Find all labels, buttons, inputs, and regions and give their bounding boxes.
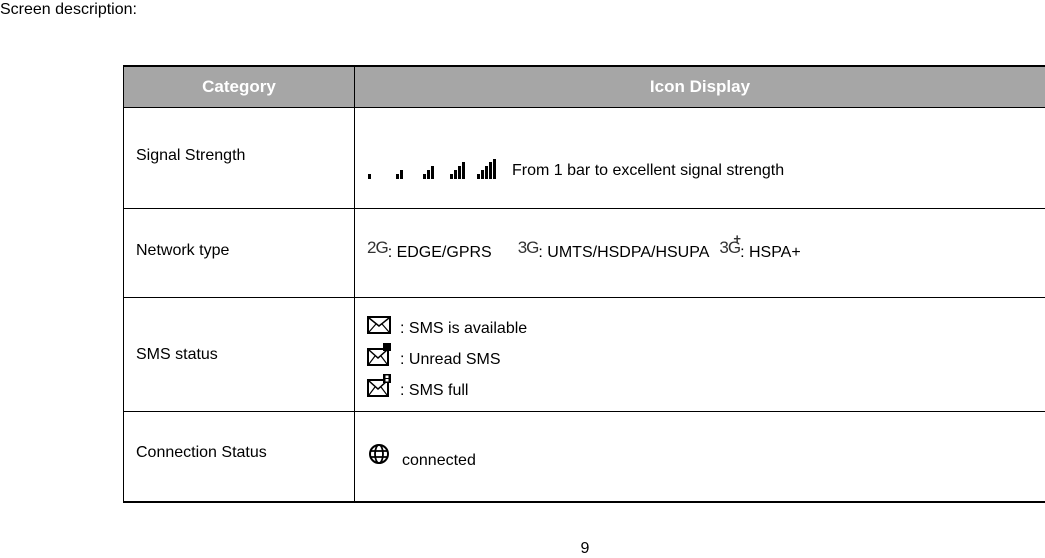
list-item: : SMS full xyxy=(367,369,1045,400)
network-description-3g: : UMTS/HSDPA/HSUPA xyxy=(538,245,709,261)
sms-full-icon xyxy=(367,377,392,400)
2g-icon: 2G xyxy=(367,239,388,257)
list-item: : SMS is available xyxy=(367,307,1045,338)
icon-display-cell: connected xyxy=(355,412,1045,503)
sms-description: : Unread SMS xyxy=(400,351,500,369)
signal-description: From 1 bar to excellent signal strength xyxy=(512,163,784,179)
3g-plus-icon: 3G+ xyxy=(719,239,740,257)
signal-1-bar-icon xyxy=(367,159,395,179)
section-heading: Screen description: xyxy=(0,0,137,20)
category-label: Network type xyxy=(136,242,229,259)
sms-description: : SMS full xyxy=(400,382,468,400)
sms-description: : SMS is available xyxy=(400,320,527,338)
header-category: Category xyxy=(124,66,355,108)
page-number: 9 xyxy=(0,540,1045,558)
table-row-network-type: Network type 2G : EDGE/GPRS 3G : UMTS/HS… xyxy=(124,209,1045,298)
table-row-sms-status: SMS status : SMS is available xyxy=(124,298,1045,412)
plus-glyph: + xyxy=(733,230,740,248)
signal-2-bars-icon xyxy=(396,159,422,179)
icon-display-cell: : SMS is available : Unread SMS xyxy=(355,298,1045,412)
icon-display-cell: From 1 bar to excellent signal strength xyxy=(355,108,1045,209)
header-icon-display: Icon Display xyxy=(355,66,1045,108)
category-cell: Network type xyxy=(124,209,355,298)
category-cell: SMS status xyxy=(124,298,355,412)
category-cell: Connection Status xyxy=(124,412,355,503)
3g-icon: 3G xyxy=(518,239,539,257)
globe-icon xyxy=(367,442,391,466)
list-item: : Unread SMS xyxy=(367,338,1045,369)
icon-display-table: Category Icon Display Signal Strength xyxy=(123,65,1045,503)
table-row-connection-status: Connection Status connected xyxy=(124,412,1045,503)
category-label: SMS status xyxy=(136,346,218,363)
category-label: Connection Status xyxy=(136,444,267,461)
table-header-row: Category Icon Display xyxy=(124,66,1045,108)
network-description-2g: : EDGE/GPRS xyxy=(388,245,492,261)
signal-3-bars-icon xyxy=(423,159,449,179)
icon-display-cell: 2G : EDGE/GPRS 3G : UMTS/HSDPA/HSUPA 3G+… xyxy=(355,209,1045,298)
network-description-3g-plus: : HSPA+ xyxy=(740,245,801,261)
table-row-signal-strength: Signal Strength From 1 bar to xyxy=(124,108,1045,209)
signal-4-bars-icon xyxy=(450,159,476,179)
connection-description: connected xyxy=(402,452,476,470)
signal-5-bars-icon xyxy=(477,159,507,179)
sms-unread-icon xyxy=(367,346,392,369)
category-cell: Signal Strength xyxy=(124,108,355,209)
sms-envelope-icon xyxy=(367,315,392,338)
category-label: Signal Strength xyxy=(136,147,245,164)
